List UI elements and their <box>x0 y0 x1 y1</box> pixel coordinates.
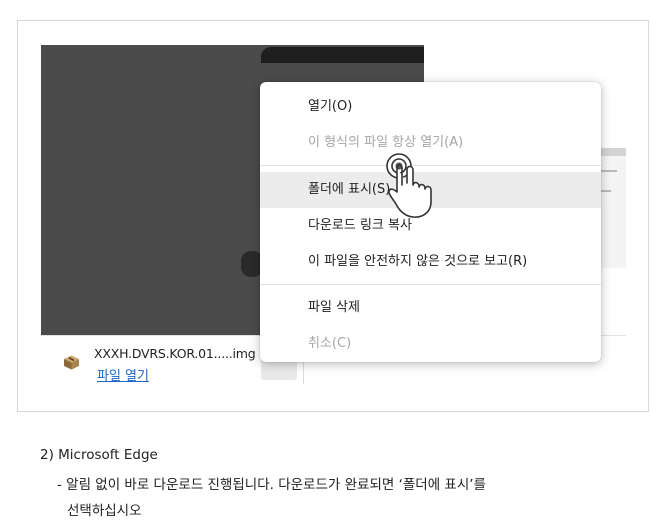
package-icon <box>64 355 79 370</box>
open-file-link[interactable]: 파일 열기 <box>97 365 149 384</box>
instruction-line-2: 선택하십시오 <box>67 503 142 519</box>
menu-separator <box>260 284 601 285</box>
instruction-line-1: - 알림 없이 바로 다운로드 진행됩니다. 다운로드가 완료되면 ‘폴더에 표… <box>57 477 486 493</box>
menu-item-delete-file[interactable]: 파일 삭제 <box>260 290 601 326</box>
pointer-hand-icon <box>386 153 432 218</box>
download-file-name: XXXH.DVRS.KOR.01.....img <box>94 346 256 361</box>
menu-item-cancel[interactable]: 취소(C) <box>260 326 601 362</box>
menu-item-report-unsafe[interactable]: 이 파일을 안전하지 않은 것으로 보고(R) <box>260 244 601 280</box>
preview-tab-shape <box>261 47 424 63</box>
screenshot-figure: XXXH.DVRS.KOR.01.....img 파일 열기 ··· 열기(O)… <box>17 20 649 412</box>
menu-item-open[interactable]: 열기(O) <box>260 89 601 125</box>
browser-screenshot: XXXH.DVRS.KOR.01.....img 파일 열기 ··· 열기(O)… <box>41 45 626 391</box>
section-heading: 2) Microsoft Edge <box>40 447 158 463</box>
